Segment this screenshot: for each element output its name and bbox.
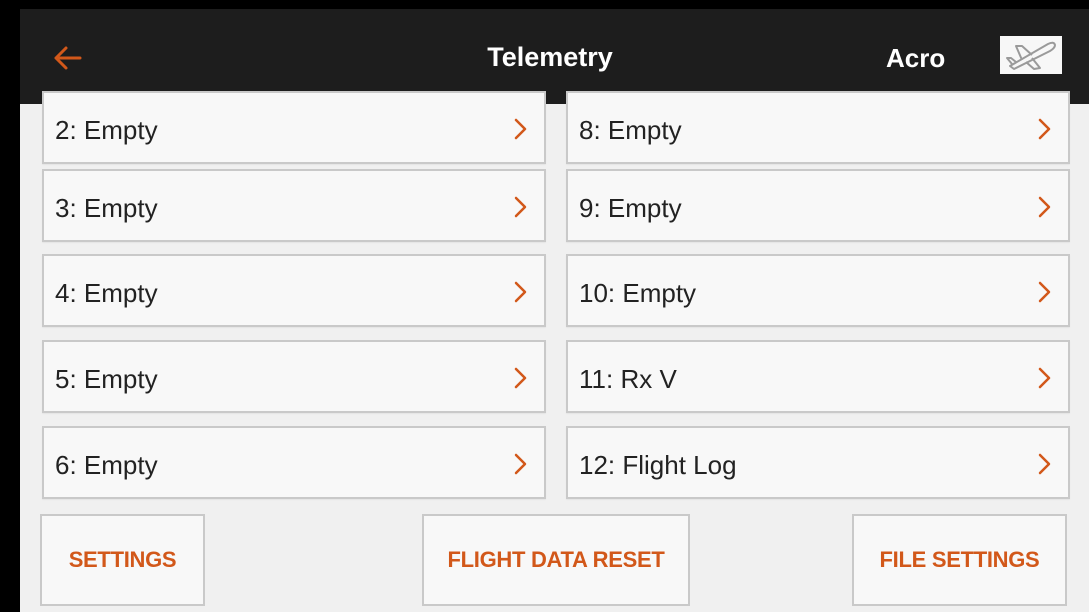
slot-label: 10: Empty [579,278,697,308]
telemetry-slot-3[interactable]: 3: Empty [42,169,546,242]
chevron-right-icon [514,195,528,219]
chevron-right-icon [1038,452,1052,476]
chevron-right-icon [514,366,528,390]
slot-label: 12: Flight Log [579,450,737,480]
arrow-left-icon [50,46,86,79]
chevron-right-icon [1038,195,1052,219]
telemetry-slot-6[interactable]: 6: Empty [42,426,546,499]
chevron-right-icon [1038,366,1052,390]
back-button[interactable] [50,41,86,75]
settings-button[interactable]: SETTINGS [40,514,205,606]
telemetry-slot-4[interactable]: 4: Empty [42,254,546,327]
slot-label: 2: Empty [55,115,158,145]
slot-label: 11: Rx V [579,364,677,394]
telemetry-screen: Telemetry Acro 2: Empty 3: Empty 4: Empt… [20,9,1089,612]
slot-label: 5: Empty [55,364,158,394]
chevron-right-icon [514,117,528,141]
slot-label: 4: Empty [55,278,158,308]
airplane-icon [1000,36,1062,74]
chevron-right-icon [1038,280,1052,304]
telemetry-slot-12[interactable]: 12: Flight Log [566,426,1070,499]
slot-label: 8: Empty [579,115,682,145]
telemetry-slot-2[interactable]: 2: Empty [42,91,546,164]
model-name: Acro [886,43,946,73]
telemetry-slot-10[interactable]: 10: Empty [566,254,1070,327]
slot-label: 3: Empty [55,193,158,223]
telemetry-slot-11[interactable]: 11: Rx V [566,340,1070,413]
chevron-right-icon [1038,117,1052,141]
header-bar: Telemetry Acro [20,9,1089,104]
flight-data-reset-button[interactable]: FLIGHT DATA RESET [422,514,690,606]
telemetry-slot-8[interactable]: 8: Empty [566,91,1070,164]
model-select-button[interactable] [1000,36,1062,74]
page-title: Telemetry [487,42,613,72]
chevron-right-icon [514,280,528,304]
chevron-right-icon [514,452,528,476]
file-settings-button[interactable]: FILE SETTINGS [852,514,1067,606]
telemetry-slot-9[interactable]: 9: Empty [566,169,1070,242]
slot-label: 6: Empty [55,450,158,480]
telemetry-slot-5[interactable]: 5: Empty [42,340,546,413]
slot-label: 9: Empty [579,193,682,223]
